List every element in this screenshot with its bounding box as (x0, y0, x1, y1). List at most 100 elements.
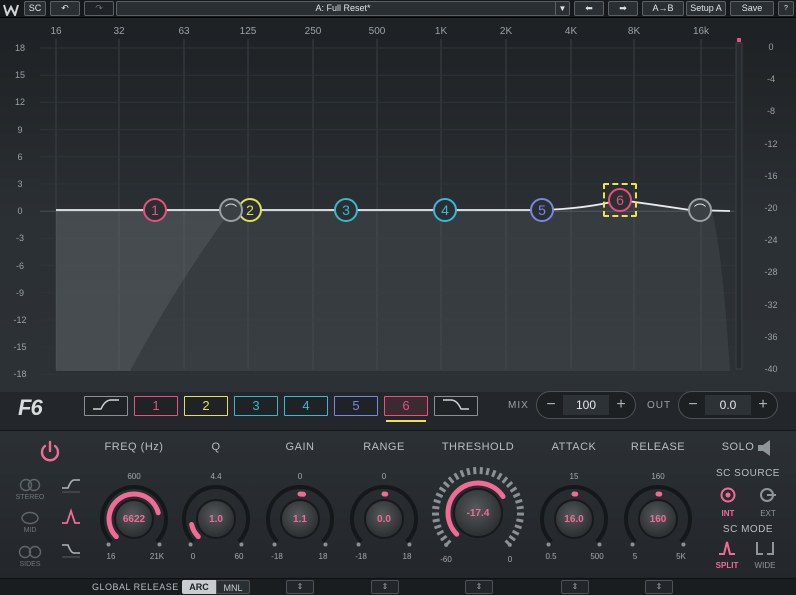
out-decrement-button[interactable]: − (683, 395, 703, 415)
gain-tick-label: 0 (17, 206, 23, 217)
dynamics-tick-label: 0 (768, 42, 774, 52)
solo-button[interactable] (756, 438, 774, 458)
attack-knob[interactable]: 16.0 (535, 480, 613, 558)
chevron-down-icon[interactable]: ▼ (555, 2, 569, 15)
mix-increment-button[interactable]: + (611, 395, 631, 415)
q-knob[interactable]: 1.0 (177, 480, 255, 558)
range-fine-stepper[interactable]: ⇕ (371, 580, 399, 594)
waves-logo-icon (3, 3, 19, 18)
arc-mode-button[interactable]: ARC (182, 580, 216, 594)
dynamics-tick-label: -8 (766, 106, 775, 117)
freq-tick-label: 16k (692, 26, 710, 37)
output-meter (735, 42, 743, 370)
band-node-4[interactable]: 4 (433, 198, 457, 222)
band-button-3[interactable]: 3 (234, 396, 278, 416)
gain-range-dot (272, 542, 277, 547)
threshold-fine-stepper[interactable]: ⇕ (465, 580, 493, 594)
threshold-meter-segment (433, 498, 441, 504)
next-preset-button[interactable]: ➡ (608, 1, 638, 16)
attack-title: ATTACK (551, 441, 597, 453)
shape-bell-button[interactable] (60, 508, 82, 526)
stereo-icon (19, 478, 41, 492)
range-knob[interactable]: 0.0 (345, 480, 423, 558)
out-increment-button[interactable]: + (753, 395, 773, 415)
freq-tick-label: 63 (178, 26, 190, 37)
attack-value: 16.0 (564, 513, 584, 525)
save-button[interactable]: Save (730, 1, 774, 16)
undo-icon: ↶ (61, 3, 69, 13)
band-button-1[interactable]: 1 (134, 396, 178, 416)
internal-icon (720, 487, 736, 503)
mid-icon (21, 511, 39, 525)
band-button-2[interactable]: 2 (184, 396, 228, 416)
gain-tick-label: 6 (17, 151, 23, 162)
threshold-meter-segment (432, 505, 440, 510)
top-toolbar: SC ↶ ↷ A: Full Reset* ▼ ⬅ ➡ A→B Setup A … (0, 0, 796, 18)
sc-int-button[interactable]: INT (716, 486, 740, 518)
band-node-3[interactable]: 3 (334, 198, 358, 222)
attack-fine-stepper[interactable]: ⇕ (561, 580, 589, 594)
threshold-value: -17.4 (466, 507, 490, 519)
attack-knob-cap: 16.0 (554, 499, 594, 539)
manual-mode-button[interactable]: MNL (216, 580, 250, 594)
mix-decrement-button[interactable]: − (541, 395, 561, 415)
setup-button[interactable]: Setup A (686, 1, 726, 16)
out-value[interactable]: 0.0 (705, 395, 751, 415)
preset-selector[interactable]: A: Full Reset* ▼ (116, 1, 570, 16)
gain-title: GAIN (285, 441, 315, 453)
band-node-5[interactable]: 5 (530, 198, 554, 222)
threshold-meter-segment (435, 492, 444, 499)
shelf-icon (62, 479, 80, 493)
release-knob[interactable]: 160 (619, 480, 697, 558)
band-button-6[interactable]: 6 (384, 396, 428, 416)
lowpass-node[interactable]: ⌒ (688, 198, 712, 222)
redo-button[interactable]: ↷ (84, 1, 114, 16)
prev-preset-button[interactable]: ⬅ (574, 1, 604, 16)
stereo-mode-button[interactable]: STEREO (12, 478, 48, 501)
sidechain-button[interactable]: SC (24, 1, 46, 16)
q-value: 1.0 (209, 513, 223, 525)
sc-ext-label: EXT (760, 509, 776, 518)
highshelf-icon (62, 544, 80, 558)
threshold-meter-segment (491, 469, 497, 478)
sc-ext-button[interactable]: EXT (756, 486, 780, 518)
eq-graph[interactable]: 16 32 63 125 250 500 1K 2K 4K 8K 16k 18 15 12 9 6 3 0 -3-… (0, 19, 796, 392)
sc-split-button[interactable]: SPLIT (712, 540, 742, 570)
undo-button[interactable]: ↶ (50, 1, 80, 16)
highpass-node[interactable]: ⌒ (219, 198, 243, 222)
threshold-meter-segment (440, 534, 448, 542)
shape-highshelf-button[interactable] (60, 541, 82, 559)
gain-tick-label: 12 (14, 97, 25, 108)
threshold-meter-segment (508, 534, 516, 542)
release-fine-stepper[interactable]: ⇕ (645, 580, 673, 594)
selected-node-frame (603, 183, 637, 217)
mid-mode-button[interactable]: MID (12, 511, 48, 534)
band-button-5[interactable]: 5 (334, 396, 378, 416)
threshold-meter-segment (512, 492, 521, 499)
ab-compare-button[interactable]: A→B (642, 1, 684, 16)
gain-fine-stepper[interactable]: ⇕ (286, 580, 314, 594)
band-button-4[interactable]: 4 (284, 396, 328, 416)
band-node-1[interactable]: 1 (143, 198, 167, 222)
q-knob-cap: 1.0 (196, 499, 236, 539)
freq-knob[interactable]: 6622 (95, 480, 173, 558)
gain-tick-label: 18 (14, 43, 25, 53)
mix-value[interactable]: 100 (563, 395, 609, 415)
lp-filter-button[interactable] (434, 396, 478, 416)
dynamics-tick-label: -24 (764, 235, 778, 246)
hp-filter-button[interactable] (84, 396, 128, 416)
threshold-knob[interactable]: -17.4 (430, 465, 526, 561)
threshold-meter-segment (515, 498, 523, 504)
threshold-meter-segment (485, 467, 490, 476)
shape-lowshelf-button[interactable] (60, 476, 82, 494)
q-title: Q (211, 441, 221, 453)
band-power-button[interactable] (38, 440, 62, 464)
threshold-meter-segment (466, 467, 471, 476)
help-button[interactable]: ? (778, 1, 794, 16)
gain-knob[interactable]: 1.1 (261, 480, 339, 558)
threshold-meter-segment (442, 481, 451, 488)
split-icon (719, 541, 735, 555)
sides-mode-button[interactable]: SIDES (12, 545, 48, 568)
lowpass-icon (443, 399, 469, 410)
sc-wide-button[interactable]: WIDE (750, 540, 780, 570)
